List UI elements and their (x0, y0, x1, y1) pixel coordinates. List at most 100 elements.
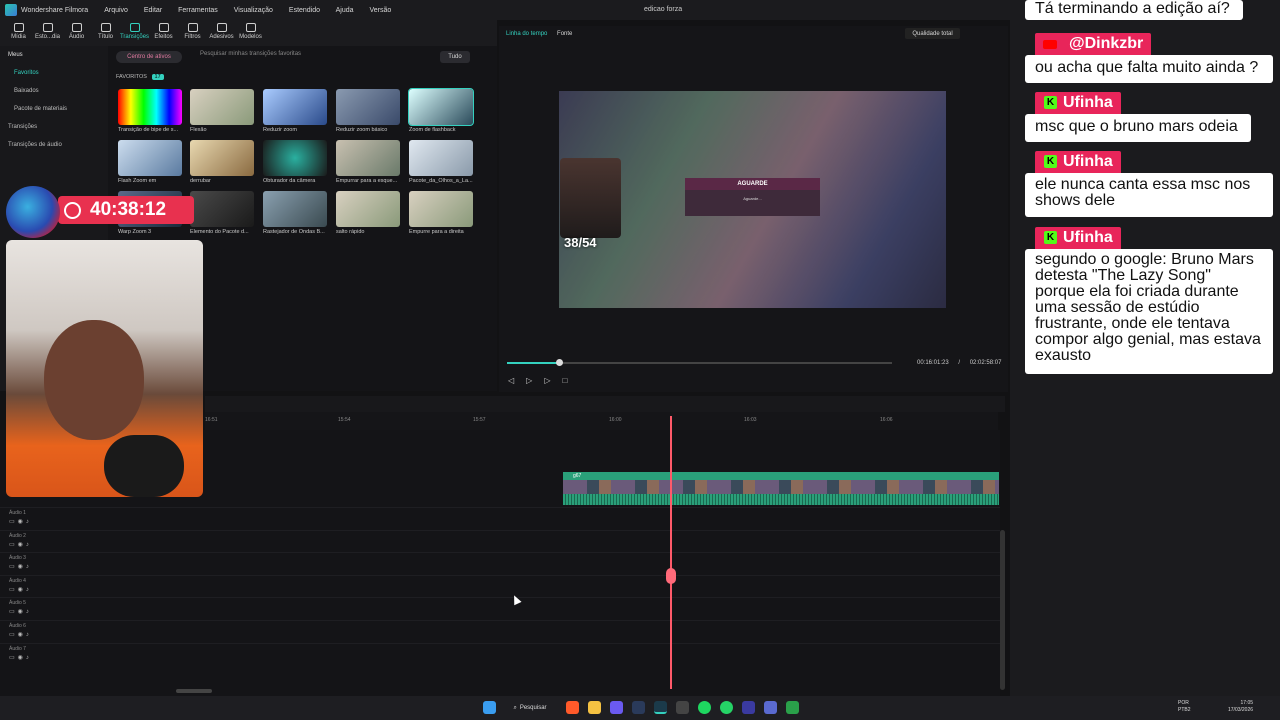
menu-visualizacao[interactable]: Visualização (234, 7, 273, 14)
audio-track-label: Áudio 2 (9, 532, 26, 539)
sidebar-item-pacote[interactable]: Pacote de materiais (0, 100, 108, 118)
transition-thumbnail[interactable] (263, 140, 327, 176)
tool-titulo[interactable]: Título (91, 20, 120, 46)
clip-label: g67 (563, 472, 999, 480)
tool-transicoes[interactable]: Transições (120, 20, 149, 46)
notepad-icon[interactable] (786, 701, 799, 714)
quality-dropdown[interactable]: Qualidade total (905, 28, 960, 39)
menu-versao[interactable]: Versão (369, 7, 391, 14)
transition-thumbnail[interactable] (190, 89, 254, 125)
transition-thumbnail[interactable] (336, 89, 400, 125)
filmora-logo-icon (5, 4, 17, 16)
track-controls-icon[interactable]: ▭◉♪ (9, 608, 32, 615)
audio-track-label: Áudio 4 (9, 577, 26, 584)
chat-message: segundo o google: Bruno Mars detesta "Th… (1025, 249, 1273, 374)
youtube-icon (1043, 40, 1057, 49)
transition-thumbnail[interactable] (408, 88, 474, 126)
play-icon[interactable]: ▷ (526, 376, 544, 385)
audio-track[interactable]: Áudio 7 ▭◉♪ (0, 642, 1000, 665)
menu-estendido[interactable]: Estendido (289, 7, 320, 14)
menu-ajuda[interactable]: Ajuda (336, 7, 354, 14)
transition-label: Obturador da câmera (263, 178, 316, 184)
previous-frame-icon[interactable]: ◁ (508, 376, 526, 385)
transition-thumbnail[interactable] (409, 140, 473, 176)
timeline-vertical-scrollbar[interactable] (1000, 530, 1005, 690)
transition-thumbnail[interactable] (190, 140, 254, 176)
video-clip[interactable]: g67 (563, 472, 999, 505)
track-controls-icon[interactable]: ▭◉♪ (9, 518, 32, 525)
transition-thumbnail[interactable] (263, 89, 327, 125)
brave-browser-icon[interactable] (566, 701, 579, 714)
chat-message: msc que o bruno mars odeia (1025, 114, 1251, 142)
taskbar-search[interactable]: ⌕ Pesquisar (508, 700, 552, 716)
tool-estoque[interactable]: Esto...dia (33, 20, 62, 46)
playhead[interactable] (670, 416, 672, 689)
obs-icon[interactable] (676, 701, 689, 714)
preview-scrubber[interactable] (507, 362, 892, 364)
transition-label: salto rápido (336, 229, 365, 235)
tool-efeitos[interactable]: Efeitos (149, 20, 178, 46)
steam-icon[interactable] (632, 701, 645, 714)
tool-filtros[interactable]: Filtros (178, 20, 207, 46)
transition-thumbnail[interactable] (263, 191, 327, 227)
tab-source[interactable]: Fonte (557, 31, 572, 37)
favorites-header: FAVORITOS 17 (116, 74, 164, 80)
menu-ferramentas[interactable]: Ferramentas (178, 7, 218, 14)
track-controls-icon[interactable]: ▭◉♪ (9, 563, 32, 570)
tool-adesivos[interactable]: Adesivos (207, 20, 236, 46)
track-controls-icon[interactable]: ▭◉♪ (9, 541, 32, 548)
assets-center-button[interactable]: Centro de ativos (116, 51, 182, 63)
tool-modelos[interactable]: Modelos (236, 20, 265, 46)
track-controls-icon[interactable]: ▭◉♪ (9, 586, 32, 593)
sidebar-item-favoritos[interactable]: Favoritos (0, 64, 108, 82)
transition-thumbnail[interactable] (118, 89, 182, 125)
search-input[interactable]: Pesquisar minhas transições favoritas (190, 51, 430, 63)
audio-track-label: Áudio 5 (9, 600, 26, 607)
transition-thumbnail[interactable] (336, 140, 400, 176)
spotify-icon[interactable] (698, 701, 711, 714)
title-icon (100, 23, 111, 32)
file-explorer-icon[interactable] (588, 701, 601, 714)
transition-thumbnail[interactable] (190, 191, 254, 227)
app-icon[interactable] (742, 701, 755, 714)
playhead-handle[interactable] (666, 568, 676, 584)
track-controls-icon[interactable]: ▭◉♪ (9, 631, 32, 638)
language-indicator[interactable]: POR PTB2 (1178, 700, 1191, 714)
whatsapp-icon[interactable] (720, 701, 733, 714)
menu-editar[interactable]: Editar (144, 7, 162, 14)
transition-thumbnail[interactable] (409, 191, 473, 227)
transition-thumbnail[interactable] (118, 140, 182, 176)
audio-track[interactable]: Áudio 1 ▭◉♪ (0, 507, 1000, 529)
timeline-ruler[interactable]: 16:51 15:54 15:57 16:00 16:03 16:06 (205, 412, 998, 430)
play-full-icon[interactable]: ▷ (544, 376, 562, 385)
transition-label: Empurre para a direita (409, 229, 464, 235)
sidebar-item-transicoes[interactable]: Transições (0, 118, 108, 136)
audio-track[interactable]: Áudio 3 ▭◉♪ (0, 552, 1000, 574)
audio-track[interactable]: Áudio 2 ▭◉♪ (0, 529, 1000, 552)
filmora-taskbar-icon[interactable] (654, 701, 667, 714)
timeline-horizontal-scrollbar[interactable] (176, 689, 212, 693)
audio-track[interactable]: Áudio 5 ▭◉♪ (0, 597, 1000, 619)
system-clock[interactable]: 17:05 17/03/2026 (1228, 700, 1253, 714)
sidebar-item-baixados[interactable]: Baixados (0, 82, 108, 100)
transition-thumbnail[interactable] (336, 191, 400, 227)
windows-start-icon[interactable] (483, 701, 496, 714)
streamer-webcam (6, 240, 203, 497)
track-controls-icon[interactable]: ▭◉♪ (9, 654, 32, 661)
discord-icon[interactable] (610, 701, 623, 714)
kick-icon: K (1044, 231, 1057, 244)
tab-timeline[interactable]: Linha do tempo (506, 31, 547, 37)
title-bar: Wondershare Filmora Arquivo Editar Ferra… (0, 0, 1010, 20)
sidebar-item-meus[interactable]: Meus (0, 46, 108, 64)
menu-arquivo[interactable]: Arquivo (104, 7, 128, 14)
stop-icon[interactable]: □ (562, 376, 579, 385)
audio-track[interactable]: Áudio 6 ▭◉♪ (0, 620, 1000, 642)
filter-dropdown[interactable]: Tudo (440, 51, 470, 63)
tool-midia[interactable]: Mídia (4, 20, 33, 46)
audio-track[interactable]: Áudio 4 ▭◉♪ (0, 574, 1000, 597)
audio-track-label: Áudio 3 (9, 555, 26, 562)
sidebar-item-transicoes-audio[interactable]: Transições de áudio (0, 136, 108, 154)
app-icon[interactable] (764, 701, 777, 714)
tool-audio[interactable]: Áudio (62, 20, 91, 46)
scrubber-handle[interactable] (556, 359, 563, 366)
